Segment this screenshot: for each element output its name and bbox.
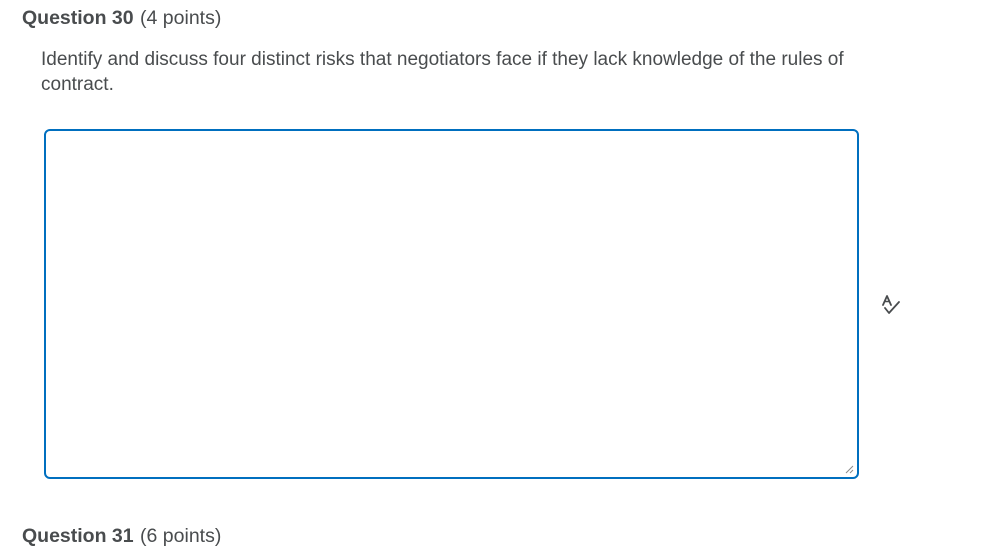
question-prompt: Identify and discuss four distinct risks… xyxy=(41,49,844,95)
question-31-heading: Question 31 (6 points) xyxy=(22,524,221,548)
question-points: (6 points) xyxy=(140,525,222,547)
question-title: Question 30 xyxy=(22,7,134,29)
answer-textarea[interactable] xyxy=(44,129,859,479)
question-points: (4 points) xyxy=(140,7,222,29)
spellcheck-icon[interactable] xyxy=(880,294,902,316)
question-30-heading: Question 30 (4 points) xyxy=(22,6,221,30)
resize-handle-icon[interactable] xyxy=(844,464,854,474)
quiz-page: Question 30 (4 points) Identify and disc… xyxy=(0,0,989,550)
question-title: Question 31 xyxy=(22,525,134,547)
